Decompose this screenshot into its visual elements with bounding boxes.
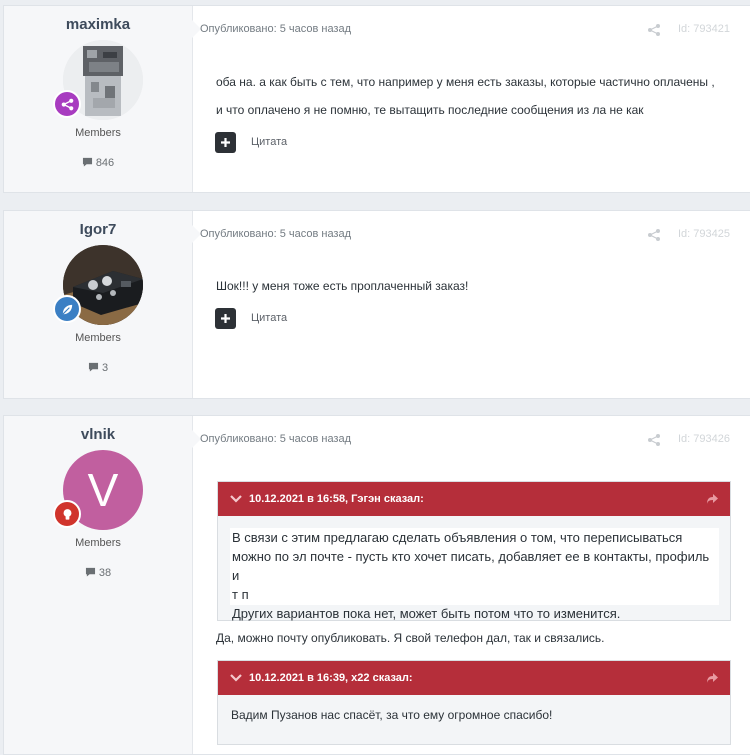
plus-icon bbox=[221, 138, 230, 147]
lightbulb-icon bbox=[63, 508, 71, 520]
multiquote-button[interactable] bbox=[215, 308, 236, 329]
author-panel: vlnik V Members 38 bbox=[4, 416, 193, 754]
post-count: 846 bbox=[4, 157, 192, 169]
post-text: Да, можно почту опубликовать. Я свой тел… bbox=[216, 631, 605, 645]
quote-text-line: В связи с этим предлагаю сделать объявле… bbox=[232, 530, 683, 545]
share-icon[interactable] bbox=[647, 228, 661, 242]
quote-text-line: можно по эл почте - пусть кто хочет писа… bbox=[232, 549, 710, 583]
post-text-line: и что оплачено я не помню, те вытащить п… bbox=[216, 103, 644, 117]
share-icon[interactable] bbox=[647, 433, 661, 447]
plus-icon bbox=[221, 314, 230, 323]
rank-badge bbox=[53, 90, 81, 118]
share-nodes-icon bbox=[61, 98, 73, 110]
member-group: Members bbox=[75, 332, 121, 344]
multiquote-button[interactable] bbox=[215, 132, 236, 153]
comment-icon bbox=[88, 362, 98, 372]
author-name[interactable]: maximka bbox=[4, 16, 192, 33]
member-group: Members bbox=[75, 127, 121, 139]
rank-badge bbox=[53, 500, 81, 528]
quote-button[interactable]: Цитата bbox=[251, 312, 287, 324]
quote-text: Вадим Пузанов нас спасёт, за что ему огр… bbox=[231, 708, 553, 722]
post-date[interactable]: Опубликовано: 5 часов назад bbox=[200, 433, 351, 445]
post: maximka Members 846 Опубликовано: 5 часо… bbox=[3, 5, 750, 193]
avatar-letter: V bbox=[87, 464, 119, 516]
chevron-down-icon[interactable] bbox=[230, 674, 242, 682]
chevron-down-icon[interactable] bbox=[230, 495, 242, 503]
quote-header[interactable]: 10.12.2021 в 16:58, Гэгэн сказал: bbox=[218, 482, 730, 516]
quote-header[interactable]: 10.12.2021 в 16:39, x22 сказал: bbox=[218, 661, 730, 695]
post-count: 3 bbox=[4, 362, 192, 374]
author-name[interactable]: Igor7 bbox=[4, 221, 192, 238]
reply-arrow-icon[interactable] bbox=[706, 493, 719, 505]
member-group: Members bbox=[75, 537, 121, 549]
post-date[interactable]: Опубликовано: 5 часов назад bbox=[200, 23, 351, 35]
blockquote: 10.12.2021 в 16:58, Гэгэн сказал: В связ… bbox=[217, 481, 731, 621]
post: vlnik V Members 38 Опубликовано: 5 часов… bbox=[3, 415, 750, 755]
quote-citation[interactable]: 10.12.2021 в 16:39, x22 сказал: bbox=[249, 672, 413, 684]
post: Igor7 Members 3 Опубликовано: 5 часов на… bbox=[3, 210, 750, 399]
author-panel: Igor7 Members 3 bbox=[4, 211, 193, 398]
quote-content: В связи с этим предлагаю сделать объявле… bbox=[230, 528, 719, 621]
blockquote: 10.12.2021 в 16:39, x22 сказал: Вадим Пу… bbox=[217, 660, 731, 745]
comment-icon bbox=[85, 567, 95, 577]
leaf-icon bbox=[61, 304, 72, 315]
post-count: 38 bbox=[4, 567, 192, 579]
comment-icon bbox=[82, 157, 92, 167]
post-date[interactable]: Опубликовано: 5 часов назад bbox=[200, 228, 351, 240]
reply-arrow-icon[interactable] bbox=[706, 672, 719, 684]
post-id[interactable]: Id: 793426 bbox=[678, 433, 730, 445]
quote-citation[interactable]: 10.12.2021 в 16:58, Гэгэн сказал: bbox=[249, 493, 424, 505]
rank-badge bbox=[53, 295, 81, 323]
post-id[interactable]: Id: 793425 bbox=[678, 228, 730, 240]
post-id[interactable]: Id: 793421 bbox=[678, 23, 730, 35]
quote-text-line: Других вариантов пока нет, может быть по… bbox=[232, 606, 621, 621]
post-text-line: Шок!!! у меня тоже есть проплаченный зак… bbox=[216, 279, 469, 293]
post-text-line: оба на. а как быть с тем, что например у… bbox=[216, 75, 715, 89]
quote-text-line: т п bbox=[232, 587, 249, 602]
quote-button[interactable]: Цитата bbox=[251, 136, 287, 148]
share-icon[interactable] bbox=[647, 23, 661, 37]
author-name[interactable]: vlnik bbox=[4, 426, 192, 443]
author-panel: maximka Members 846 bbox=[4, 6, 193, 192]
